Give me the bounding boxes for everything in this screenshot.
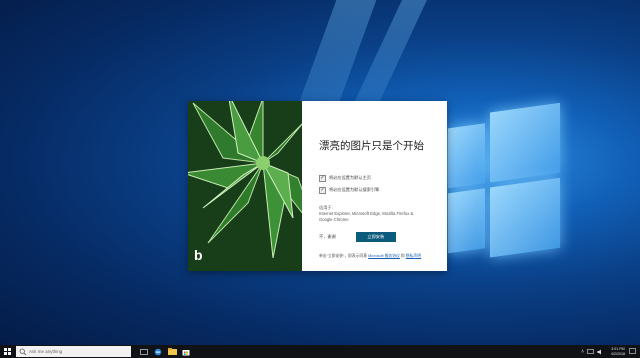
homepage-option-label: 将必应设置为默认主页 — [329, 175, 371, 180]
taskbar-search-box[interactable]: Ask me anything — [16, 346, 131, 357]
bing-logo: b — [194, 247, 203, 263]
clock-date: 4/2/2018 — [611, 351, 625, 356]
action-center-icon[interactable] — [629, 348, 636, 355]
bing-setup-dialog: b 漂亮的图片只是个开始 ✓ 将必应设置为默认主页 ✓ 将必应设置为默认搜索引擎… — [188, 101, 447, 271]
option-homepage[interactable]: ✓ 将必应设置为默认主页 — [319, 174, 371, 182]
dialog-title: 漂亮的图片只是个开始 — [319, 140, 424, 152]
install-now-button[interactable]: 立即安装 — [355, 232, 396, 242]
task-view-icon[interactable] — [137, 345, 151, 358]
chevron-up-icon[interactable]: ˄ — [581, 349, 584, 355]
taskbar: Ask me anything ˄ 3:01 PM 4/2/2018 — [0, 345, 640, 358]
system-tray: ˄ 3:01 PM 4/2/2018 — [581, 345, 636, 358]
edge-browser-icon[interactable] — [151, 345, 165, 358]
volume-icon[interactable] — [597, 349, 604, 355]
store-icon[interactable] — [179, 345, 193, 358]
homepage-checkbox[interactable]: ✓ — [319, 174, 326, 182]
windows-logo-wallpaper — [448, 102, 568, 269]
search-engine-checkbox[interactable]: ✓ — [319, 186, 326, 194]
decline-link[interactable]: 不，谢谢 — [319, 234, 336, 240]
terms-and: 和 — [400, 254, 405, 258]
clock[interactable]: 3:01 PM 4/2/2018 — [611, 347, 625, 356]
service-agreement-link[interactable]: Microsoft 服务协议 — [368, 254, 400, 258]
succulent-hero-image: b — [188, 101, 302, 271]
start-button[interactable] — [0, 345, 14, 358]
file-explorer-icon[interactable] — [165, 345, 179, 358]
privacy-statement-link[interactable]: 隐私声明 — [406, 254, 421, 258]
dialog-content: 漂亮的图片只是个开始 ✓ 将必应设置为默认主页 ✓ 将必应设置为默认搜索引擎 适… — [302, 101, 447, 271]
succulent-picture — [188, 101, 302, 271]
search-icon — [19, 348, 27, 355]
windows-start-icon — [3, 348, 11, 355]
dialog-actions: 不，谢谢 立即安装 — [319, 232, 396, 242]
terms-notice: 单击“立即安装”，即表示同意 Microsoft 服务协议 和 隐私声明 — [319, 254, 437, 259]
clock-time: 3:01 PM — [611, 347, 625, 351]
search-engine-option-label: 将必应设置为默认搜索引擎 — [329, 187, 380, 192]
terms-prefix: 单击“立即安装”，即表示同意 — [319, 254, 368, 258]
applies-to-browsers: Internet Explorer, Microsoft Edge, Mozil… — [319, 211, 414, 222]
option-search-engine[interactable]: ✓ 将必应设置为默认搜索引擎 — [319, 186, 379, 194]
search-placeholder: Ask me anything — [29, 349, 63, 354]
network-icon[interactable] — [587, 348, 594, 355]
